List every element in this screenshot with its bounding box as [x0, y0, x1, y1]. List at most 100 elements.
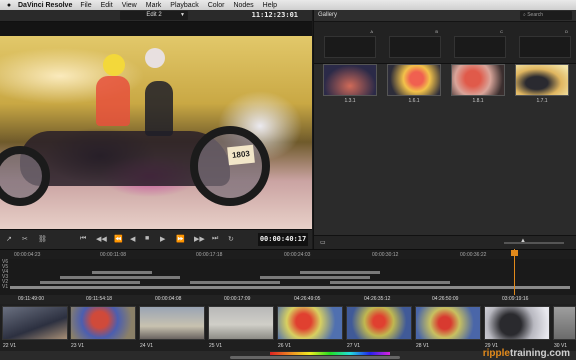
menu-file[interactable]: File: [80, 2, 91, 9]
clip-thumbnail[interactable]: [277, 306, 343, 340]
gallery-panel: Gallery ⌕ Search A B C D 1.3.1 1.6.1 1.8…: [313, 10, 576, 249]
color-page-bar: [270, 352, 390, 355]
album-strip: A B C D: [314, 22, 576, 64]
menu-app-name[interactable]: DaVinci Resolve: [18, 2, 72, 9]
timeline-clip[interactable]: [92, 271, 152, 274]
menu-bar: ● DaVinci Resolve File Edit View Mark Pl…: [0, 0, 576, 10]
gallery-zoom-slider[interactable]: [504, 242, 564, 244]
album-a[interactable]: A: [324, 29, 376, 58]
video-viewer[interactable]: 1803: [0, 36, 312, 229]
go-to-start-icon[interactable]: ⏮: [80, 235, 86, 243]
clip-timecode: 00:00:17:09: [224, 296, 251, 302]
viewer-letterbox: [0, 22, 312, 36]
clip-label: 22 V1: [3, 343, 17, 349]
clip-thumbnail[interactable]: [346, 306, 412, 340]
step-forward-icon[interactable]: ⏩: [176, 235, 185, 243]
previous-clip-icon[interactable]: ◀◀: [96, 235, 107, 243]
timeline-ruler[interactable]: 00:00:04:23 00:00:11:08 00:00:17:18 00:0…: [0, 249, 576, 259]
menu-view[interactable]: View: [122, 2, 137, 9]
license-plate: 1803: [227, 144, 255, 166]
next-clip-icon[interactable]: ▶▶: [194, 235, 205, 243]
album-d[interactable]: D: [519, 29, 571, 58]
gallery-still[interactable]: [387, 64, 441, 96]
apple-menu-icon[interactable]: ●: [4, 2, 14, 9]
menu-nodes[interactable]: Nodes: [233, 2, 253, 9]
timeline-clip[interactable]: [260, 276, 370, 279]
timeline-clip[interactable]: [190, 281, 280, 284]
menu-help[interactable]: Help: [263, 2, 277, 9]
track-v1: V1: [0, 284, 576, 290]
clip-selector-label: Edit 2: [146, 12, 162, 18]
zoom-icon: ▲: [520, 238, 526, 244]
clip-timecode: 03:09:19:16: [502, 296, 529, 302]
playhead-handle[interactable]: [511, 250, 518, 256]
gallery-still[interactable]: [323, 64, 377, 96]
menu-edit[interactable]: Edit: [101, 2, 113, 9]
blade-tool-icon[interactable]: ✂: [22, 235, 28, 243]
link-tool-icon[interactable]: ⛓: [38, 235, 47, 243]
timeline-clip[interactable]: [60, 276, 180, 279]
clip-label: 27 V1: [347, 343, 361, 349]
still-label: 1.6.1: [408, 98, 420, 104]
clip-timecode: 04:26:49:05: [294, 296, 321, 302]
gallery-header: Gallery ⌕ Search: [314, 10, 576, 22]
timeline-scrollbar[interactable]: [230, 356, 400, 359]
still-label: 1.8.1: [472, 98, 484, 104]
menu-playback[interactable]: Playback: [170, 2, 198, 9]
front-wheel: [190, 126, 270, 206]
menu-mark[interactable]: Mark: [146, 2, 162, 9]
pointer-tool-icon[interactable]: ↗: [6, 235, 12, 243]
clip-thumbnail[interactable]: [208, 306, 274, 340]
album-label: C: [500, 29, 503, 34]
clip-thumbnail[interactable]: [553, 306, 576, 340]
clip-thumbnail[interactable]: [484, 306, 550, 340]
ruler-timecode: 00:00:11:08: [100, 252, 127, 258]
loop-icon[interactable]: ↻: [228, 235, 234, 243]
clip-timecode: 09:11:54:18: [86, 296, 113, 302]
still-label: 1.7.1: [536, 98, 548, 104]
gallery-title: Gallery: [318, 12, 338, 18]
ruler-timecode: 00:00:24:03: [284, 252, 311, 258]
album-label: D: [565, 29, 568, 34]
clip-label: 24 V1: [140, 343, 154, 349]
rider-left: [96, 76, 130, 126]
timeline-clip[interactable]: [300, 271, 380, 274]
clip-thumbnail[interactable]: [2, 306, 68, 340]
record-timecode: 00:00:40:17: [258, 233, 308, 246]
timeline-tracks: V6 V5 V4 V3 V2 V1: [0, 259, 576, 295]
track-label: V1: [2, 284, 9, 290]
clip-label: 25 V1: [209, 343, 223, 349]
ruler-timecode: 00:00:30:12: [372, 252, 399, 258]
timeline-clip[interactable]: [330, 281, 450, 284]
play-reverse-icon[interactable]: ◀: [130, 235, 135, 243]
clip-thumbnail-strip: 22 V1 23 V1 24 V1 25 V1 26 V1 27 V1 28 V…: [0, 304, 576, 351]
gallery-still[interactable]: [451, 64, 505, 96]
menu-color[interactable]: Color: [208, 2, 225, 9]
step-back-icon[interactable]: ⏪: [114, 235, 123, 243]
transport-bar: ↗ ✂ ⛓ ⏮ ◀◀ ⏪ ◀ ■ ▶ ⏩ ▶▶ ⏭ ↻ 00:00:40:17: [0, 229, 312, 249]
gallery-footer: ▭ ▲: [314, 235, 576, 249]
clip-label: 28 V1: [416, 343, 430, 349]
gallery-options-icon[interactable]: ▭: [320, 239, 326, 246]
clip-label: 23 V1: [71, 343, 85, 349]
clip-thumbnail[interactable]: [70, 306, 136, 340]
chevron-down-icon: ▼: [180, 12, 185, 18]
play-icon[interactable]: ▶: [160, 235, 165, 243]
album-c[interactable]: C: [454, 29, 506, 58]
timeline-clip[interactable]: [10, 286, 570, 289]
clip-thumbnail[interactable]: [415, 306, 481, 340]
stop-icon[interactable]: ■: [145, 235, 149, 242]
clip-timecode: 04:26:50:09: [432, 296, 459, 302]
go-to-end-icon[interactable]: ⏭: [212, 235, 218, 243]
clip-selector-dropdown[interactable]: Edit 2 ▼: [120, 11, 188, 20]
viewer-header: Edit 2 ▼ 11:12:23:01: [0, 10, 312, 22]
source-timecode: 11:12:23:01: [251, 11, 298, 19]
rider-right-helmet: [145, 48, 165, 68]
clip-thumbnail[interactable]: [139, 306, 205, 340]
album-b[interactable]: B: [389, 29, 441, 58]
gallery-search-input[interactable]: ⌕ Search: [520, 11, 572, 20]
timeline-clip[interactable]: [40, 281, 140, 284]
clip-label: 26 V1: [278, 343, 292, 349]
gallery-still[interactable]: [515, 64, 569, 96]
still-label: 1.3.1: [344, 98, 356, 104]
